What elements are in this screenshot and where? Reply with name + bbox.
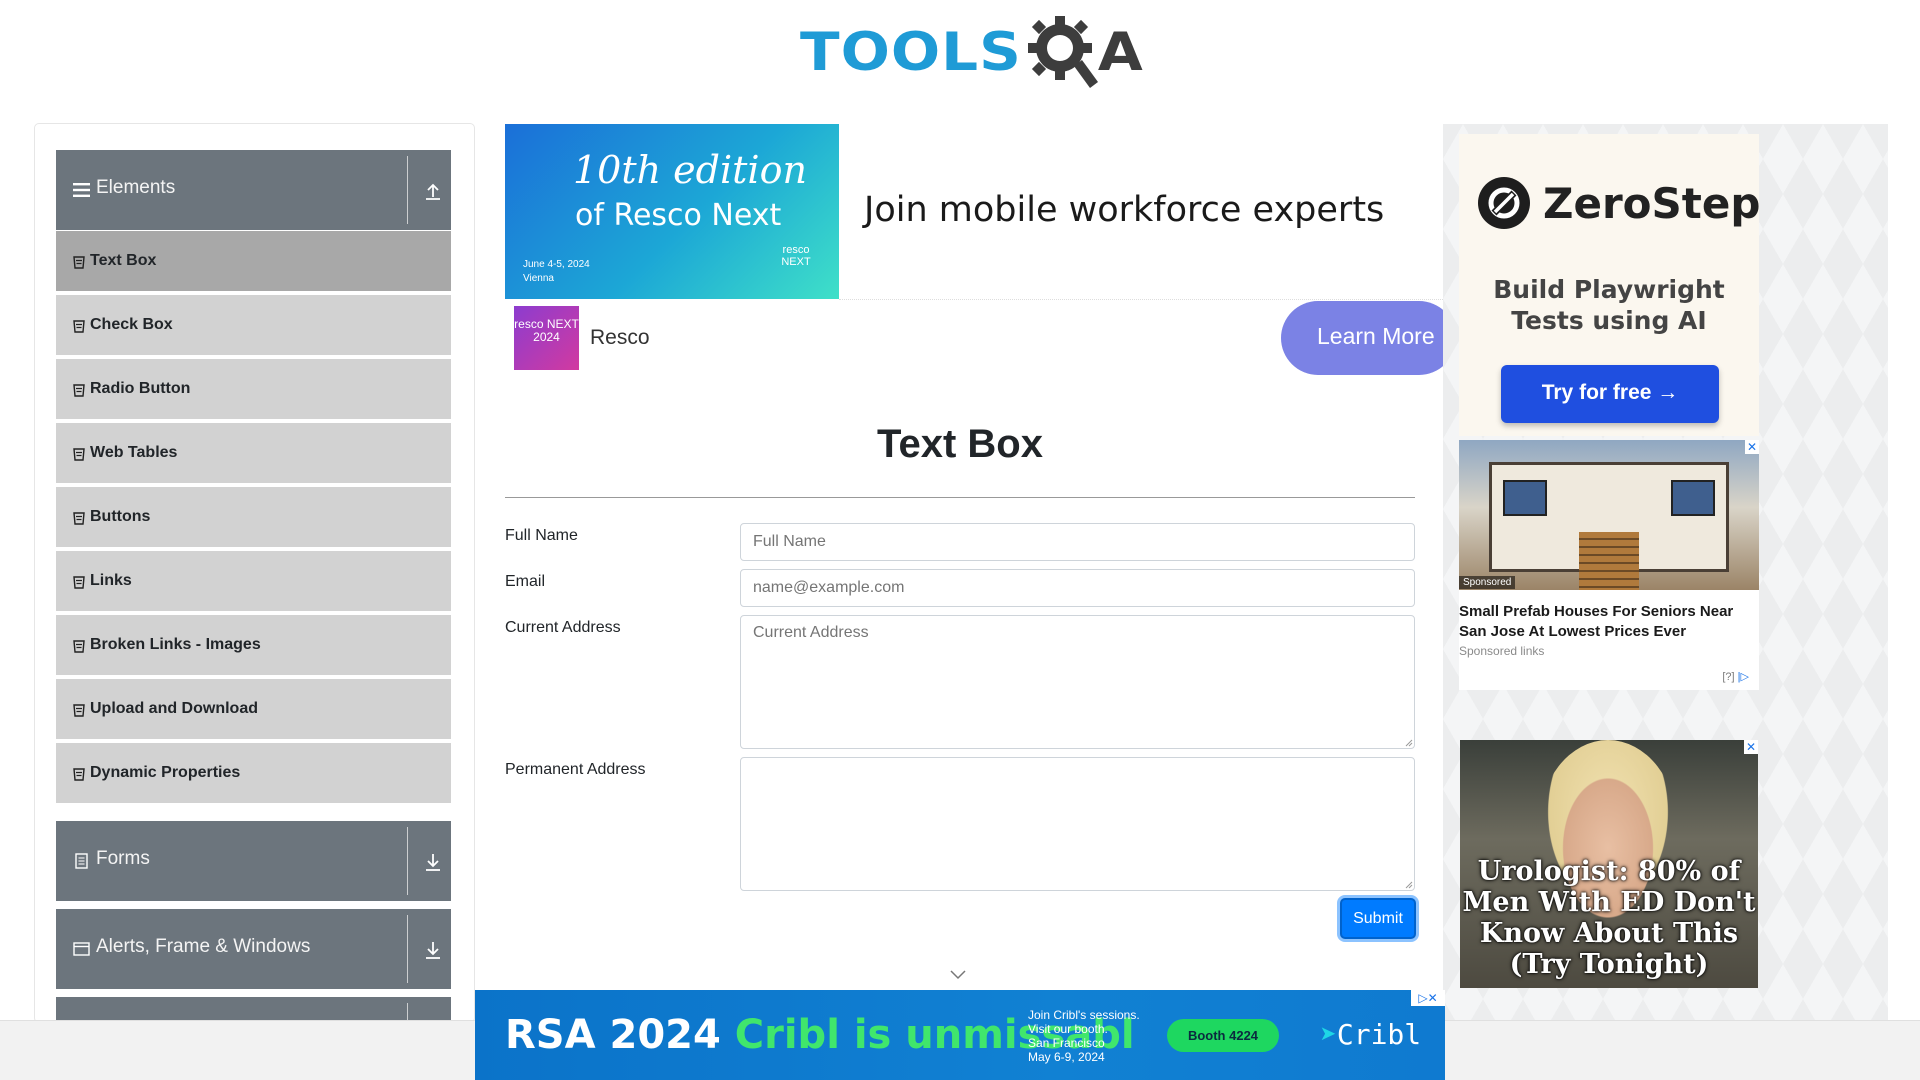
expand-arrow-icon[interactable]: [423, 849, 443, 873]
sidebar-item-label: Broken Links - Images: [90, 636, 261, 653]
sidebar-item-web-tables[interactable]: Web Tables: [56, 422, 451, 483]
zerostep-logo-icon: [1478, 177, 1530, 229]
sidebar-item-check-box[interactable]: Check Box: [56, 294, 451, 355]
divider: [505, 497, 1415, 498]
close-icon[interactable]: ▷✕: [1411, 990, 1445, 1006]
sidebar-item-buttons[interactable]: Buttons: [56, 486, 451, 547]
advertiser-name[interactable]: Resco: [590, 326, 650, 350]
window-shape: [1671, 480, 1715, 516]
zerostep-name: ZeroStep: [1543, 179, 1761, 228]
resize-handle-icon[interactable]: [1405, 739, 1413, 747]
logo-text-a: A: [1097, 21, 1143, 83]
banner-line1: 10th edition: [573, 148, 807, 192]
group-label: Alerts, Frame & Windows: [96, 936, 311, 957]
item-icon: [73, 768, 85, 781]
email-label: Email: [505, 573, 546, 590]
top-ad[interactable]: 10th edition of Resco Next June 4-5, 202…: [505, 124, 1443, 376]
urologist-ad[interactable]: Urologist: 80% of Men With ED Don't Know…: [1460, 740, 1758, 988]
banner-line2: of Resco Next: [575, 198, 782, 233]
sidebar-item-radio-button[interactable]: Radio Button: [56, 358, 451, 419]
item-icon: [73, 704, 85, 717]
sidebar-item-text-box[interactable]: Text Box: [56, 230, 451, 291]
cribl-logo: ➤Cribl: [1320, 1018, 1422, 1051]
group-elements[interactable]: Elements: [56, 150, 451, 230]
left-sidebar: Elements Text Box Check Box Radio Button…: [34, 123, 475, 1023]
full-name-input[interactable]: [740, 523, 1415, 561]
close-icon[interactable]: ✕: [1745, 440, 1759, 454]
resize-handle-icon[interactable]: [1405, 881, 1413, 889]
document-icon: [75, 853, 88, 869]
sponsored-title[interactable]: Small Prefab Houses For Seniors Near San…: [1459, 602, 1759, 642]
divider: [407, 156, 408, 224]
close-icon[interactable]: ✕: [1744, 740, 1758, 754]
gear-magnifier-icon: [1027, 16, 1098, 88]
advertiser-logo[interactable]: resco NEXT 2024: [514, 306, 579, 370]
sidebar-item-label: Text Box: [90, 252, 157, 269]
item-icon: [73, 640, 85, 653]
item-icon: [73, 320, 85, 333]
group-label: Elements: [96, 177, 176, 198]
urologist-ad-text[interactable]: Urologist: 80% of Men With ED Don't Know…: [1460, 856, 1758, 980]
try-for-free-button[interactable]: Try for free →: [1501, 365, 1719, 423]
banner-date: June 4-5, 2024 Vienna: [523, 259, 590, 284]
item-icon: [73, 384, 85, 397]
ad-headline[interactable]: Join mobile workforce experts: [864, 190, 1384, 230]
sidebar-item-links[interactable]: Links: [56, 550, 451, 611]
submit-button[interactable]: Submit: [1340, 898, 1416, 939]
item-icon: [73, 576, 85, 589]
expand-arrow-icon[interactable]: [423, 937, 443, 961]
collapse-arrow-icon[interactable]: [423, 178, 443, 202]
prefab-house-image[interactable]: Sponsored ✕: [1459, 440, 1759, 590]
sidebar-item-label: Upload and Download: [90, 700, 258, 717]
sidebar-item-label: Dynamic Properties: [90, 764, 241, 781]
zerostep-ad[interactable]: ZeroStep Build Playwright Tests using AI…: [1459, 134, 1761, 436]
sidebar-item-upload-and-download[interactable]: Upload and Download: [56, 678, 451, 739]
group-forms[interactable]: Forms: [56, 821, 451, 901]
sidebar-item-label: Check Box: [90, 316, 173, 333]
sidebar-item-label: Buttons: [90, 508, 151, 525]
sidebar-item-broken-links-images[interactable]: Broken Links - Images: [56, 614, 451, 675]
divider: [839, 299, 1443, 300]
window-icon: [73, 942, 90, 956]
window-shape: [1503, 480, 1547, 516]
permanent-address-label: Permanent Address: [505, 761, 646, 778]
divider: [407, 915, 408, 983]
ad-banner-image[interactable]: 10th edition of Resco Next June 4-5, 202…: [505, 124, 839, 299]
divider: [407, 827, 408, 895]
bottom-cribl-ad[interactable]: RSA 2024 Cribl is unmissabl Join Cribl's…: [475, 990, 1445, 1080]
sponsored-prefab-ad[interactable]: Sponsored ✕ Small Prefab Houses For Seni…: [1459, 440, 1759, 690]
toolsqa-logo[interactable]: TOOLS A: [800, 12, 1143, 92]
item-icon: [73, 256, 85, 269]
booth-button[interactable]: Booth 4224: [1167, 1019, 1279, 1052]
sidebar-item-dynamic-properties[interactable]: Dynamic Properties: [56, 742, 451, 803]
group-alerts-frame-windows[interactable]: Alerts, Frame & Windows: [56, 909, 451, 989]
zerostep-tagline: Build Playwright Tests using AI: [1493, 275, 1725, 335]
stairs-shape: [1579, 532, 1639, 590]
email-input[interactable]: [740, 569, 1415, 607]
sidebar-item-label: Radio Button: [90, 380, 191, 397]
item-icon: [73, 512, 85, 525]
learn-more-button[interactable]: Learn More: [1281, 301, 1443, 375]
logo-text-tools: TOOLS: [800, 21, 1022, 83]
group-label: Forms: [96, 848, 150, 869]
right-ad-column: ZeroStep Build Playwright Tests using AI…: [1443, 124, 1888, 1024]
banner-logo: resco NEXT: [781, 244, 811, 268]
full-name-label: Full Name: [505, 527, 578, 544]
ad-choices-icon[interactable]: [?] |▷: [1722, 670, 1749, 683]
item-icon: [73, 448, 85, 461]
permanent-address-textarea[interactable]: [740, 757, 1415, 891]
header: TOOLS A: [0, 0, 1920, 100]
sponsored-subtitle: Sponsored links: [1459, 644, 1545, 658]
current-address-textarea[interactable]: [740, 615, 1415, 749]
current-address-label: Current Address: [505, 619, 621, 636]
page-title: Text Box: [877, 422, 1043, 466]
sponsored-badge: Sponsored: [1459, 576, 1516, 589]
bottom-ad-info: Join Cribl's sessions. Visit our booth. …: [1028, 1008, 1140, 1064]
sidebar-item-label: Web Tables: [90, 444, 178, 461]
hamburger-icon: [73, 183, 90, 197]
sidebar-item-label: Links: [90, 572, 132, 589]
chevron-down-icon[interactable]: [950, 970, 966, 980]
